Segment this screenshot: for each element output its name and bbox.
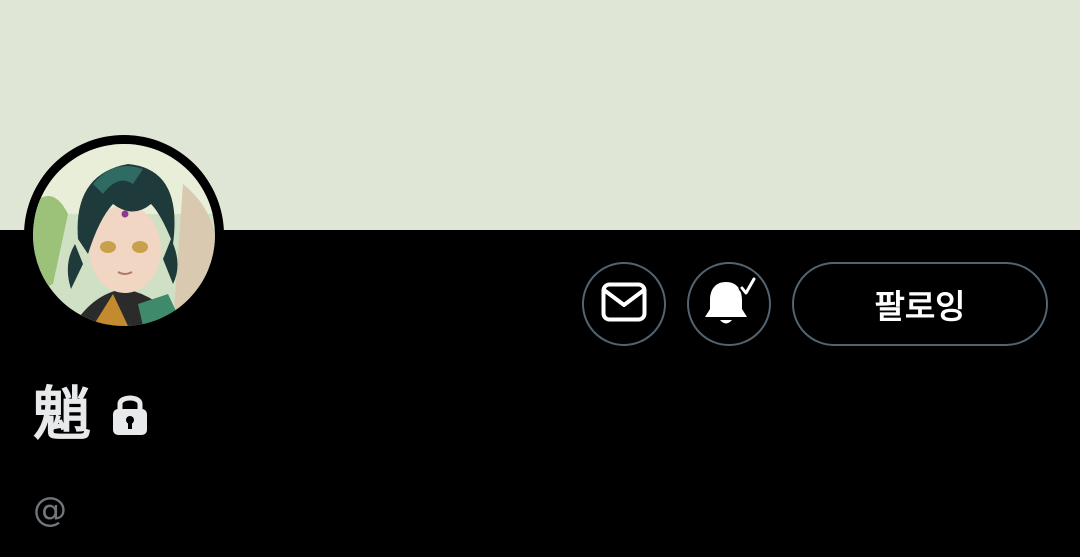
display-name-row: 魈	[33, 382, 149, 446]
bell-check-icon	[702, 275, 758, 332]
notifications-button[interactable]	[687, 262, 771, 346]
message-button[interactable]	[582, 262, 666, 346]
user-handle: @	[33, 490, 67, 530]
mail-icon	[601, 282, 647, 326]
avatar[interactable]	[33, 144, 215, 326]
avatar-border	[24, 135, 224, 335]
following-button[interactable]: 팔로잉	[792, 262, 1048, 346]
following-label: 팔로잉	[874, 287, 966, 326]
lock-icon	[111, 391, 149, 437]
profile-header: 팔로잉 魈 @	[0, 0, 1080, 557]
display-name: 魈	[33, 380, 92, 448]
